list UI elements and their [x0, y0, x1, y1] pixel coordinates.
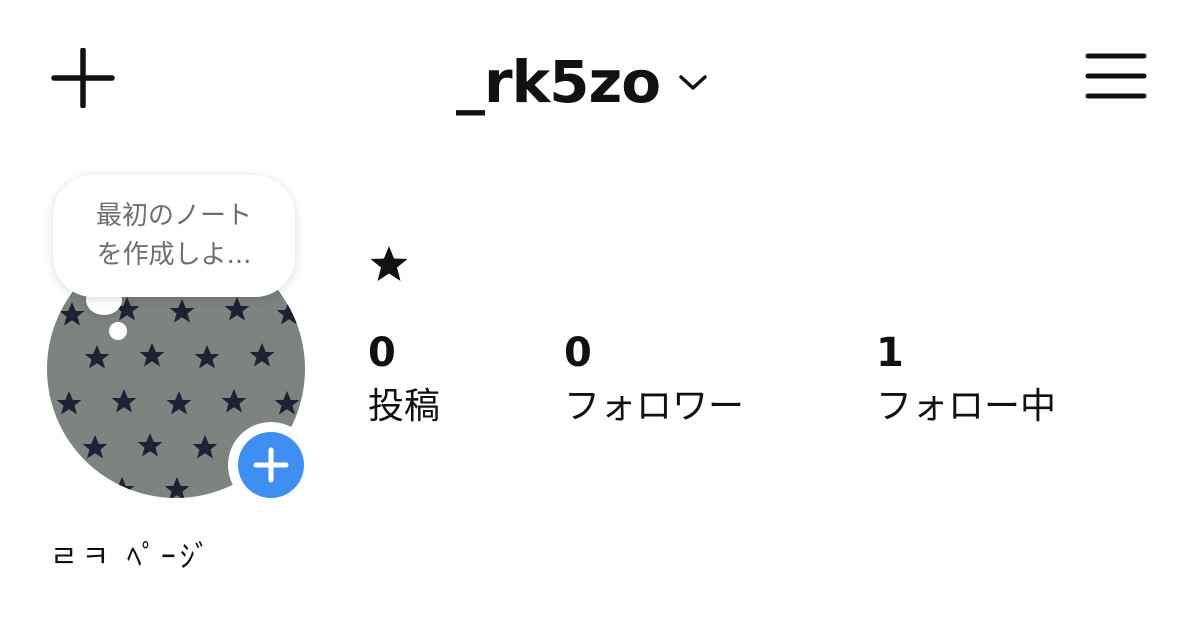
add-story-circle: [238, 432, 304, 498]
note-bubble[interactable]: 最初のノート を作成しよ...: [53, 175, 295, 297]
stat-posts[interactable]: 0 投稿: [368, 328, 440, 434]
add-post-button[interactable]: [50, 48, 116, 108]
chevron-down-icon: [679, 75, 707, 90]
note-bubble-tail-dot: [109, 322, 127, 340]
following-count: 1: [876, 330, 904, 376]
menu-button[interactable]: [1084, 52, 1148, 100]
account-switcher[interactable]: _rk5zo: [456, 42, 708, 122]
posts-label: 投稿: [368, 386, 441, 427]
stat-following[interactable]: 1 フォロー中: [876, 328, 1056, 434]
add-story-button[interactable]: [228, 422, 314, 508]
star-icon: [370, 246, 408, 281]
followers-count: 0: [564, 330, 592, 376]
hamburger-menu-icon: [1085, 53, 1147, 99]
profile-page-name: ㄹㅋ ﾍﾟｰｼﾞ: [50, 540, 214, 575]
note-text-line-2: を作成しよ...: [96, 240, 252, 270]
bio-text: [368, 244, 410, 284]
posts-count: 0: [368, 330, 396, 376]
following-label: フォロー中: [876, 386, 1057, 427]
plus-circle-icon: [238, 432, 304, 498]
stat-followers[interactable]: 0 フォロワー: [564, 328, 744, 434]
username: _rk5zo: [456, 48, 661, 116]
followers-label: フォロワー: [564, 386, 745, 427]
note-text-line-1: 最初のノート: [95, 201, 252, 231]
plus-icon: [51, 48, 115, 108]
